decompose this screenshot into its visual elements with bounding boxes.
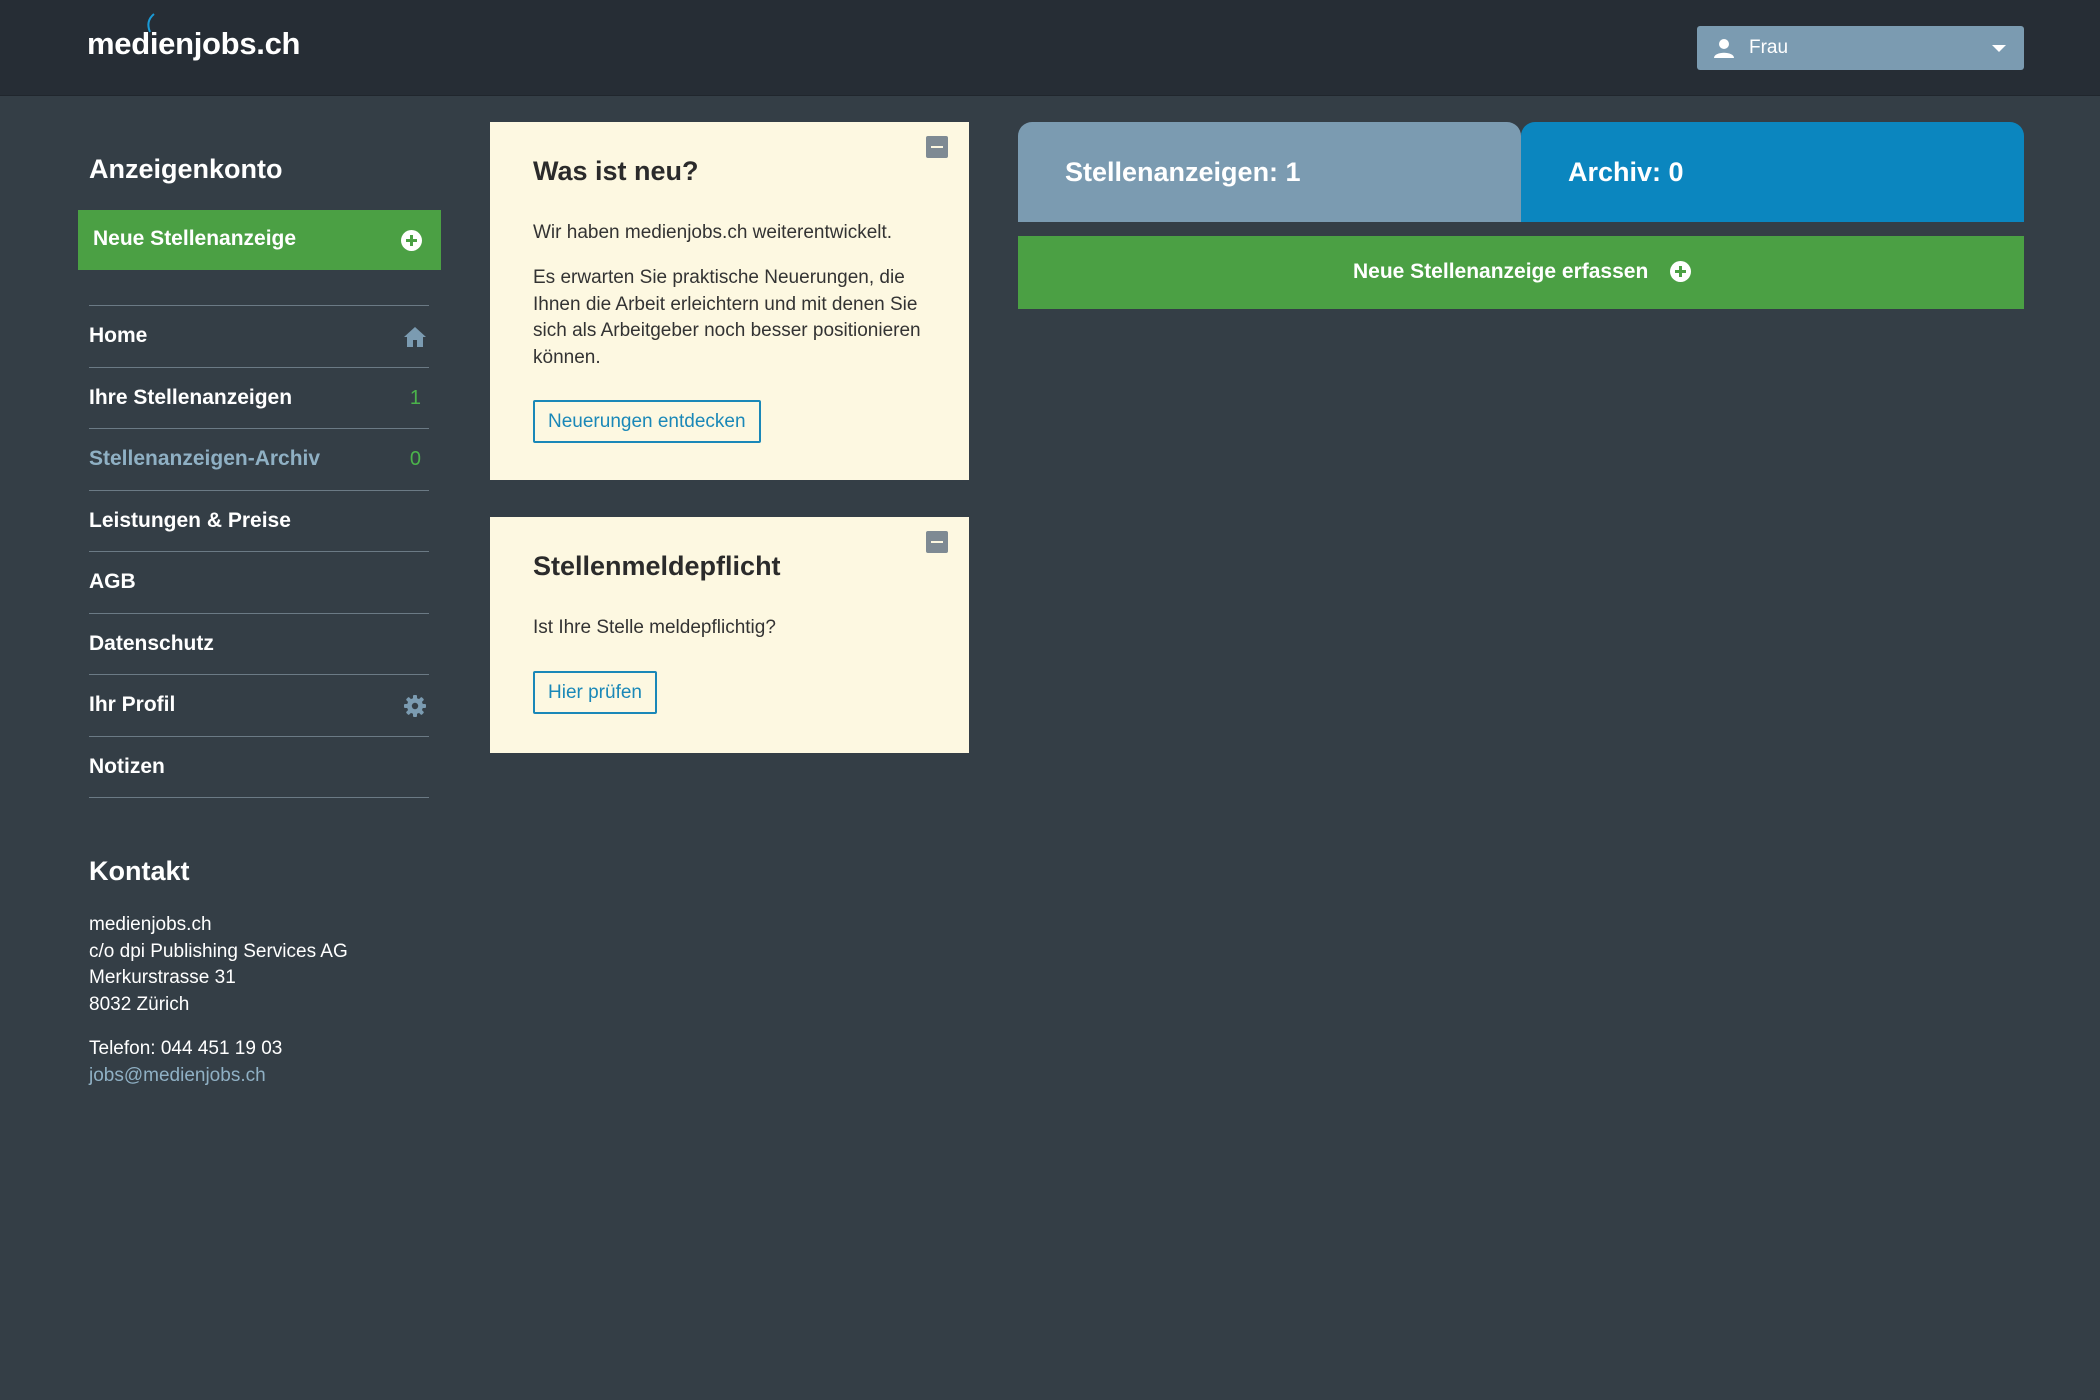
sidebar-item-label: Notizen	[89, 754, 165, 778]
ads-count-badge: 1	[409, 386, 421, 409]
new-ad-button-label: Neue Stellenanzeige	[93, 227, 297, 250]
contact-line: medienjobs.ch	[89, 914, 212, 935]
plus-circle-icon	[401, 230, 422, 251]
tab-ads[interactable]: Stellenanzeigen: 1	[1018, 122, 1521, 222]
user-icon	[1714, 39, 1734, 58]
card-text: Es erwarten Sie praktische Neuerungen, d…	[533, 267, 921, 368]
contact-line: 8032 Zürich	[89, 993, 190, 1015]
user-menu-label: Frau	[1749, 37, 1789, 58]
chevron-down-icon	[1992, 45, 2006, 52]
card-text: Wir haben medienjobs.ch weiterentwickelt…	[533, 222, 893, 243]
tab-archive-label: Archiv: 0	[1568, 157, 1684, 187]
sidebar-item-profile[interactable]: Ihr Profil	[89, 675, 429, 737]
sidebar-title: Anzeigenkonto	[89, 154, 283, 184]
sidebar-item-pricing[interactable]: Leistungen & Preise	[89, 491, 429, 552]
sidebar-item-notes[interactable]: Notizen	[89, 737, 429, 798]
sidebar-item-archive[interactable]: Stellenanzeigen-Archiv 0	[89, 429, 429, 491]
top-bar: medienjobs.ch Frau	[0, 0, 2100, 96]
sidebar-nav: Home Ihre Stellenanzeigen 1 Stellenanzei…	[89, 305, 429, 798]
home-icon	[404, 327, 426, 347]
new-ad-button[interactable]: Neue Stellenanzeige	[78, 210, 441, 270]
contact-email-link[interactable]: jobs@medienjobs.ch	[89, 1063, 348, 1090]
check-here-button[interactable]: Hier prüfen	[533, 671, 657, 714]
tab-ads-label: Stellenanzeigen: 1	[1065, 157, 1301, 187]
plus-circle-icon	[1670, 261, 1691, 282]
sidebar-item-label: Ihr Profil	[89, 693, 176, 716]
collapse-icon[interactable]	[926, 136, 948, 158]
sidebar-item-label: AGB	[89, 570, 136, 593]
sidebar-item-label: Home	[89, 324, 148, 347]
contact-line: Merkurstrasse 31	[89, 967, 236, 988]
reporting-duty-card: Stellenmeldepflicht Ist Ihre Stelle meld…	[490, 517, 969, 753]
sidebar-item-agb[interactable]: AGB	[89, 552, 429, 614]
create-ad-button-label: Neue Stellenanzeige erfassen	[1353, 260, 1649, 283]
contact-block: medienjobs.ch c/o dpi Publishing Service…	[89, 912, 348, 1089]
tab-archive[interactable]: Archiv: 0	[1521, 122, 2024, 222]
sidebar-item-home[interactable]: Home	[89, 306, 429, 368]
card-title: Stellenmeldepflicht	[533, 551, 781, 581]
sidebar-item-label: Leistungen & Preise	[89, 508, 291, 532]
card-title: Was ist neu?	[533, 156, 699, 186]
create-ad-button[interactable]: Neue Stellenanzeige erfassen	[1018, 236, 2024, 309]
sidebar-item-label: Ihre Stellenanzeigen	[89, 385, 293, 409]
contact-title: Kontakt	[89, 856, 190, 886]
user-menu-dropdown[interactable]: Frau	[1697, 26, 2024, 70]
contact-spacer	[89, 1018, 348, 1036]
sidebar-item-ads[interactable]: Ihre Stellenanzeigen 1	[89, 368, 429, 429]
contact-line: c/o dpi Publishing Services AG	[89, 940, 348, 962]
logo[interactable]: medienjobs.ch	[87, 26, 300, 62]
contact-phone: Telefon: 044 451 19 03	[89, 1038, 283, 1059]
card-text: Ist Ihre Stelle meldepflichtig?	[533, 617, 776, 638]
sidebar-item-label: Stellenanzeigen-Archiv	[89, 447, 321, 470]
discover-updates-button[interactable]: Neuerungen entdecken	[533, 400, 761, 443]
gear-icon	[404, 695, 426, 717]
archive-count-badge: 0	[409, 448, 421, 470]
sidebar-item-privacy[interactable]: Datenschutz	[89, 614, 429, 675]
collapse-icon[interactable]	[926, 531, 948, 553]
whats-new-card: Was ist neu? Wir haben medienjobs.ch wei…	[490, 122, 969, 480]
sidebar-item-label: Datenschutz	[89, 631, 214, 655]
